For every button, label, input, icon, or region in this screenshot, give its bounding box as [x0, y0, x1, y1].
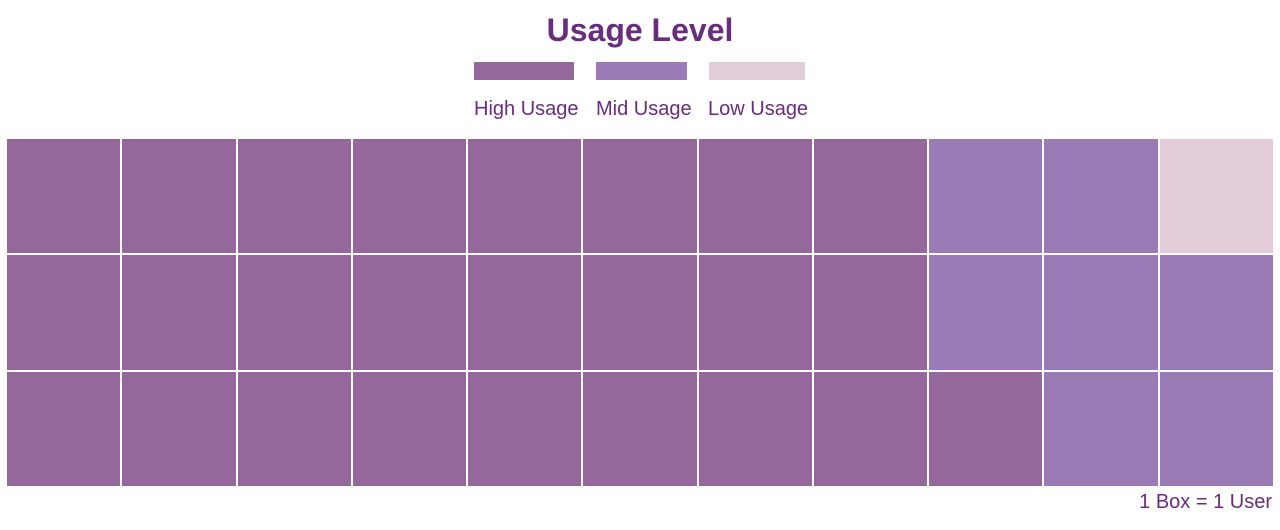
waffle-cell-mid: [1159, 255, 1273, 370]
waffle-cell-high: [698, 139, 812, 254]
waffle-cell-high: [352, 371, 467, 486]
waffle-cell-high: [468, 255, 582, 370]
waffle-cell-high: [813, 139, 928, 254]
waffle-cell-mid: [1159, 371, 1273, 486]
waffle-cell-high: [237, 139, 351, 254]
waffle-cell-high: [929, 371, 1043, 486]
waffle-cell-high: [7, 371, 121, 486]
waffle-cell-high: [352, 255, 467, 370]
waffle-cell-high: [468, 371, 582, 486]
waffle-cell-high: [122, 255, 236, 370]
legend: High Usage Mid Usage Low Usage: [0, 0, 1280, 130]
legend-swatch-high: [474, 62, 574, 80]
waffle-cell-mid: [1044, 371, 1158, 486]
waffle-cell-high: [468, 139, 582, 254]
waffle-cell-high: [7, 139, 121, 254]
waffle-cell-high: [122, 371, 236, 486]
waffle-cell-high: [237, 255, 351, 370]
waffle-cell-high: [237, 371, 351, 486]
legend-swatch-mid: [596, 62, 687, 80]
waffle-cell-high: [583, 139, 697, 254]
waffle-cell-high: [352, 139, 467, 254]
waffle-cell-high: [7, 255, 121, 370]
waffle-cell-high: [583, 255, 697, 370]
legend-label-low: Low Usage: [708, 98, 809, 120]
waffle-cell-high: [583, 371, 697, 486]
waffle-cell-high: [813, 371, 928, 486]
waffle-cell-mid: [1044, 255, 1158, 370]
waffle-cell-mid: [1044, 139, 1158, 254]
waffle-cell-mid: [929, 139, 1043, 254]
waffle-cell-high: [122, 139, 236, 254]
legend-label-mid: Mid Usage: [596, 98, 692, 120]
waffle-grid: [7, 139, 1273, 486]
unit-footnote: 1 Box = 1 User: [1139, 491, 1272, 513]
waffle-cell-mid: [929, 255, 1043, 370]
legend-swatch-low: [709, 62, 805, 80]
waffle-cell-high: [813, 255, 928, 370]
legend-label-high: High Usage: [474, 98, 579, 120]
waffle-cell-high: [698, 255, 812, 370]
waffle-cell-low: [1159, 139, 1273, 254]
waffle-cell-high: [698, 371, 812, 486]
